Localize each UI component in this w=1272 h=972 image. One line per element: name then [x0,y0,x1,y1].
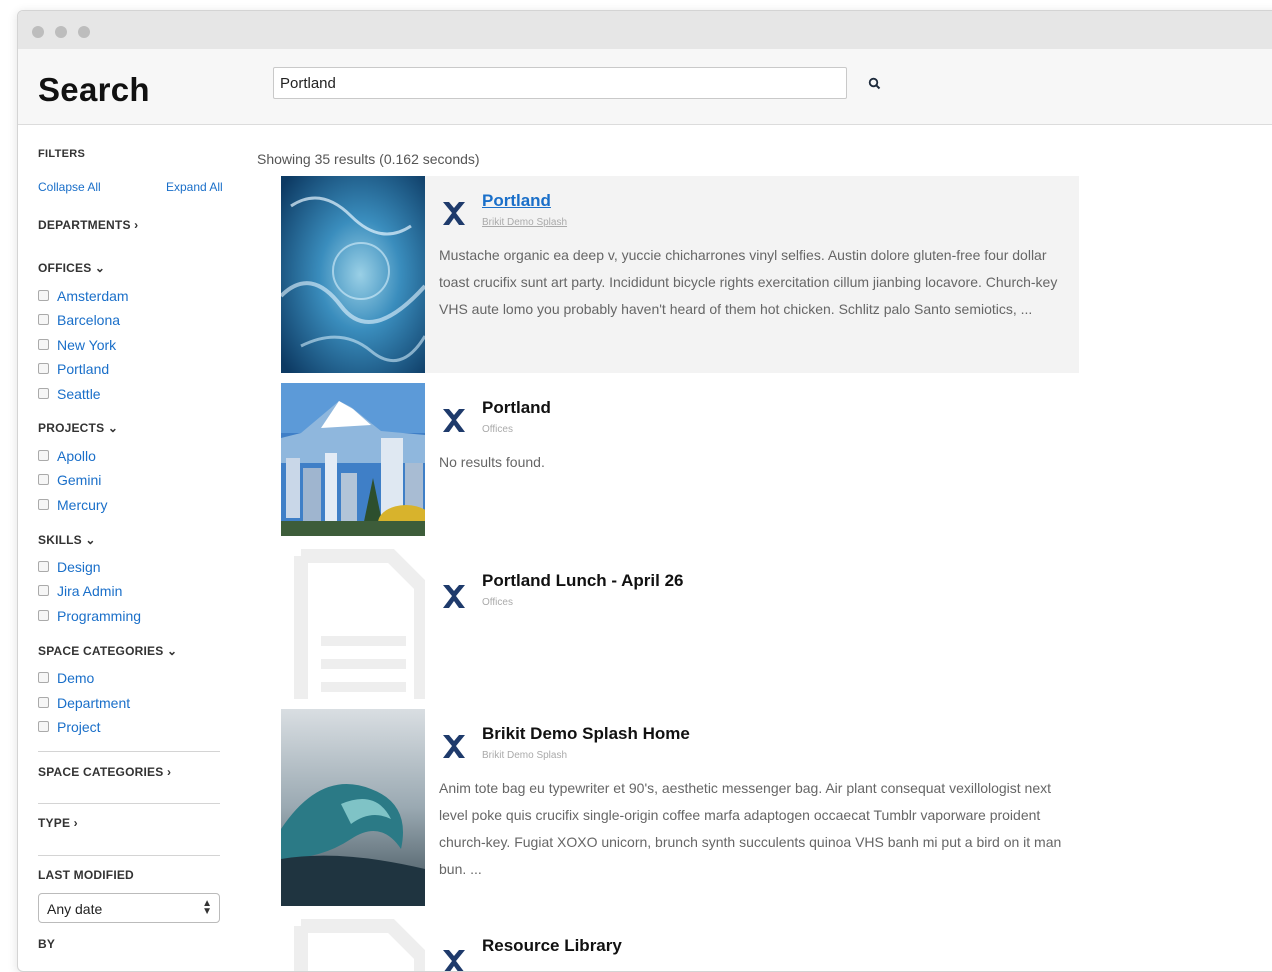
skills-section[interactable]: SKILLS ⌄ [38,533,96,547]
projects-section[interactable]: PROJECTS ⌄ [38,421,118,435]
checkbox[interactable] [38,585,49,596]
result-item[interactable]: Portland Brikit Demo Splash Mustache org… [281,176,1079,373]
brikit-logo-icon [443,409,465,432]
checkbox[interactable] [38,721,49,732]
filter-option-seattle[interactable]: Seattle [38,386,101,402]
filter-option-portland[interactable]: Portland [38,361,109,377]
result-space: Offices [482,424,513,435]
type-section[interactable]: TYPE › [38,816,78,830]
brikit-logo-icon [443,585,465,608]
document-placeholder-icon [294,549,425,699]
filter-option-amsterdam[interactable]: Amsterdam [38,288,129,304]
checkbox[interactable] [38,450,49,461]
checkbox[interactable] [38,339,49,350]
page-title: Search [38,71,150,108]
result-space: Offices [482,597,513,608]
divider [38,803,220,804]
filter-option-design[interactable]: Design [38,559,101,575]
result-item[interactable]: Portland Lunch - April 26 Offices [281,546,1079,699]
filter-option-demo[interactable]: Demo [38,670,94,686]
filters-title: FILTERS [38,148,86,160]
filter-option-apollo[interactable]: Apollo [38,448,96,464]
offices-section[interactable]: OFFICES ⌄ [38,261,105,275]
brikit-logo-icon [443,735,465,758]
filter-option-new-york[interactable]: New York [38,337,116,353]
expand-all-link[interactable]: Expand All [166,180,223,194]
filter-option-mercury[interactable]: Mercury [38,497,108,513]
result-item[interactable]: Brikit Demo Splash Home Brikit Demo Spla… [281,709,1079,906]
browser-window: Search Portland FILTERS Collapse All Exp… [17,10,1272,972]
last-modified-label: LAST MODIFIED [38,868,134,882]
checkbox[interactable] [38,697,49,708]
filter-option-department[interactable]: Department [38,695,130,711]
checkbox[interactable] [38,499,49,510]
zoom-dot[interactable] [78,26,90,38]
filter-option-programming[interactable]: Programming [38,608,141,624]
result-title[interactable]: Brikit Demo Splash Home [482,724,690,744]
result-item[interactable]: Portland Offices No results found. [281,383,1079,536]
result-description: Mustache organic ea deep v, yuccie chich… [439,247,1058,317]
checkbox[interactable] [38,672,49,683]
filter-option-project[interactable]: Project [38,719,101,735]
checkbox[interactable] [38,290,49,301]
space-categories-section[interactable]: SPACE CATEGORIES ⌄ [38,644,177,658]
result-space: Brikit Demo Splash [482,750,568,761]
filter-option-gemini[interactable]: Gemini [38,472,101,488]
by-label: BY [38,937,56,951]
result-title[interactable]: Portland Lunch - April 26 [482,571,684,591]
checkbox[interactable] [38,561,49,572]
minimize-dot[interactable] [55,26,67,38]
result-title[interactable]: Portland [482,398,551,418]
mount-hood-city-image [281,383,425,536]
ocean-water-image [281,176,425,373]
results-summary: Showing 35 results (0.162 seconds) [257,151,480,167]
checkbox[interactable] [38,363,49,374]
result-title-link[interactable]: Portland [482,191,551,211]
result-description: No results found. [439,454,545,470]
collapse-all-link[interactable]: Collapse All [38,180,101,194]
divider [38,855,220,856]
filter-option-jira-admin[interactable]: Jira Admin [38,583,122,599]
checkbox[interactable] [38,610,49,621]
result-title[interactable]: Resource Library [482,936,622,956]
filter-option-barcelona[interactable]: Barcelona [38,312,120,328]
search-icon[interactable] [868,77,882,91]
result-description: Anim tote bag eu typewriter et 90's, aes… [439,780,1062,877]
result-space-link[interactable]: Brikit Demo Splash [482,217,567,228]
checkbox[interactable] [38,474,49,485]
result-item[interactable]: Resource Library [281,916,1079,971]
checkbox[interactable] [38,388,49,399]
brikit-logo-icon [443,202,465,225]
select-arrows-icon: ▲ ▼ [202,898,212,917]
title-bar [18,11,1272,49]
wave-image [281,709,425,906]
search-input[interactable]: Portland [273,67,847,99]
space-categories-collapsed-section[interactable]: SPACE CATEGORIES › [38,765,171,779]
document-placeholder-icon [294,919,425,971]
last-modified-select[interactable]: Any date ▲ ▼ [38,893,220,923]
divider [38,751,220,752]
search-header: Search Portland [18,49,1272,125]
checkbox[interactable] [38,314,49,325]
brikit-logo-icon [443,950,465,971]
departments-section[interactable]: DEPARTMENTS › [38,218,138,232]
close-dot[interactable] [32,26,44,38]
